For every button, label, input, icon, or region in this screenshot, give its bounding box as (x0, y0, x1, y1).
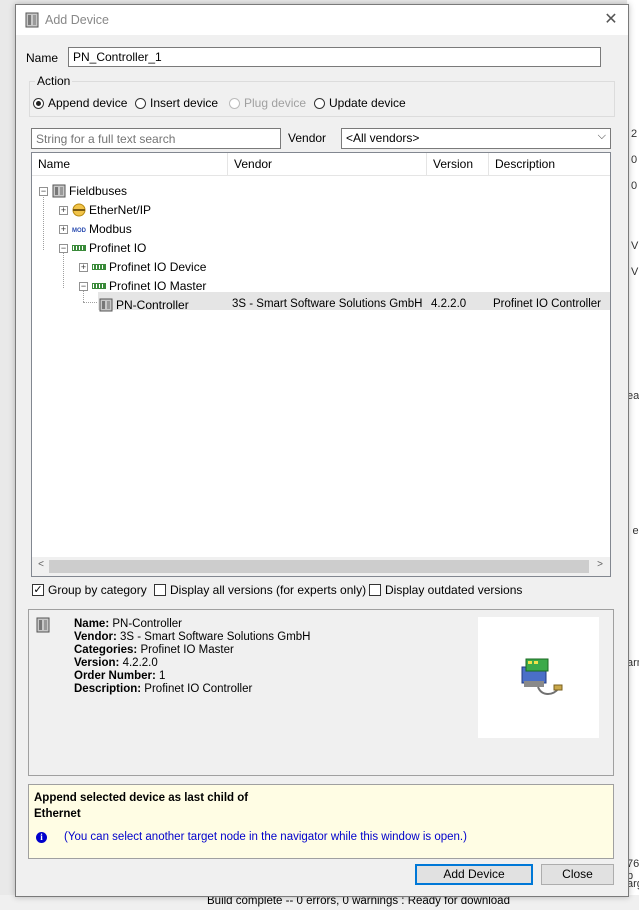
checkbox-label: Display outdated versions (385, 583, 523, 597)
close-button[interactable]: Close (541, 864, 614, 885)
radio-label: Plug device (244, 96, 307, 110)
device-icon (52, 184, 66, 198)
bg-text: 0 (631, 180, 638, 192)
scroll-left-icon[interactable]: < (34, 559, 48, 570)
group-by-category-checkbox[interactable]: ✓ Group by category (32, 583, 147, 597)
ethernet-ip-icon (72, 203, 86, 217)
bg-text: 0 (631, 154, 638, 166)
search-input[interactable] (31, 128, 281, 149)
dialog-title: Add Device (45, 13, 109, 27)
checkbox-label: Display all versions (for experts only) (170, 583, 367, 597)
checkbox-icon (369, 584, 381, 596)
close-icon[interactable]: ✕ (601, 10, 621, 30)
column-header-name[interactable]: Name (32, 153, 228, 175)
display-all-versions-checkbox[interactable]: Display all versions (for experts only) (154, 583, 366, 597)
radio-label: Update device (329, 96, 406, 110)
scrollbar-thumb[interactable] (49, 560, 589, 573)
radio-selected-icon (33, 97, 44, 109)
info-vendor: Vendor: 3S - Smart Software Solutions Gm… (74, 631, 311, 643)
column-header-version[interactable]: Version (427, 153, 489, 175)
tree-node-label: PN-Controller (116, 298, 189, 312)
title-bar[interactable]: Add Device ✕ (16, 5, 628, 35)
collapse-icon[interactable]: − (59, 243, 68, 253)
expand-icon[interactable]: + (79, 262, 88, 272)
device-preview-image (478, 617, 599, 738)
display-outdated-versions-checkbox[interactable]: Display outdated versions (369, 583, 522, 597)
tree-node-pn-controller[interactable]: PN-Controller (99, 296, 189, 314)
tree-header: Name Vendor Version Description (32, 153, 610, 176)
name-label: Name (26, 51, 59, 65)
add-device-button[interactable]: Add Device (415, 864, 533, 885)
profinet-icon (92, 283, 106, 289)
radio-label: Append device (48, 96, 128, 110)
info-categories: Categories: Profinet IO Master (74, 644, 234, 656)
svg-text:MODBUS: MODBUS (72, 228, 86, 234)
vendor-label: Vendor (288, 131, 327, 145)
collapse-icon[interactable]: − (79, 281, 88, 291)
tree-node-modbus[interactable]: + MODBUS Modbus (59, 220, 132, 238)
tree-node-label: Modbus (89, 222, 132, 236)
radio-label: Insert device (150, 96, 219, 110)
bg-text: 2 (631, 128, 638, 140)
tree-node-fieldbuses[interactable]: − Fieldbuses (39, 182, 127, 200)
profinet-icon (92, 264, 106, 270)
row-description: Profinet IO Controller (493, 298, 602, 310)
tree-node-label: Profinet IO Master (109, 279, 207, 293)
chevron-down-icon: ⌵ (597, 130, 606, 142)
column-header-vendor[interactable]: Vendor (228, 153, 427, 175)
name-field[interactable] (68, 47, 601, 67)
hint-main-text: Append selected device as last child of … (34, 792, 249, 820)
checkmark-icon: ✓ (32, 584, 44, 596)
collapse-icon[interactable]: − (39, 186, 48, 196)
hint-panel: Append selected device as last child of … (28, 784, 614, 859)
tree-node-profinet-io-device[interactable]: + Profinet IO Device (79, 258, 206, 276)
info-icon: i (36, 832, 47, 843)
insert-device-radio[interactable]: Insert device (135, 96, 218, 110)
tree-node-label: Profinet IO Device (109, 260, 207, 274)
info-order-number: Order Number: 1 (74, 670, 166, 682)
row-version: 4.2.2.0 (431, 298, 467, 310)
info-version: Version: 4.2.2.0 (74, 657, 158, 669)
checkbox-label: Group by category (48, 583, 147, 597)
profinet-icon (72, 245, 86, 251)
status-bar: Build complete -- 0 errors, 0 warnings :… (0, 895, 639, 910)
vendor-select[interactable]: <All vendors> ⌵ (341, 128, 611, 149)
tree-node-profinet-io[interactable]: − Profinet IO (59, 239, 146, 257)
action-label: Action (35, 74, 73, 88)
modbus-icon: MODBUS (72, 226, 86, 234)
update-device-radio[interactable]: Update device (314, 96, 406, 110)
hint-sub-text: (You can select another target node in t… (64, 831, 467, 843)
expand-icon[interactable]: + (59, 205, 68, 215)
bg-text: V (631, 240, 639, 252)
device-info-panel: Name: PN-Controller Vendor: 3S - Smart S… (28, 609, 614, 776)
bg-text: V (631, 266, 639, 278)
expand-icon[interactable]: + (59, 224, 68, 234)
network-device-icon (521, 658, 563, 695)
device-icon (99, 298, 113, 312)
tree-node-label: Fieldbuses (69, 184, 128, 198)
horizontal-scrollbar[interactable]: < > (32, 557, 610, 576)
tree-node-profinet-io-master[interactable]: − Profinet IO Master (79, 277, 206, 295)
row-vendor: 3S - Smart Software Solutions GmbH (232, 298, 423, 310)
column-header-description[interactable]: Description (489, 153, 610, 175)
tree-node-label: EtherNet/IP (89, 203, 152, 217)
device-tree[interactable]: Name Vendor Version Description − Fieldb… (31, 152, 611, 577)
tree-guide (43, 193, 44, 250)
add-device-dialog: Add Device ✕ Name Action Append device I… (15, 4, 629, 897)
tree-node-ethernet-ip[interactable]: + EtherNet/IP (59, 201, 151, 219)
device-icon (36, 617, 50, 633)
plug-device-radio: Plug device (229, 96, 306, 110)
append-device-radio[interactable]: Append device (33, 96, 127, 110)
vendor-select-value: <All vendors> (346, 131, 420, 145)
device-icon (25, 12, 39, 28)
radio-icon (229, 97, 240, 109)
scroll-right-icon[interactable]: > (593, 559, 607, 570)
tree-guide (83, 302, 97, 303)
checkbox-icon (154, 584, 166, 596)
tree-node-label: Profinet IO (89, 241, 147, 255)
radio-icon (135, 97, 146, 109)
radio-icon (314, 97, 325, 109)
info-name: Name: PN-Controller (74, 618, 183, 630)
info-description: Description: Profinet IO Controller (74, 683, 253, 695)
